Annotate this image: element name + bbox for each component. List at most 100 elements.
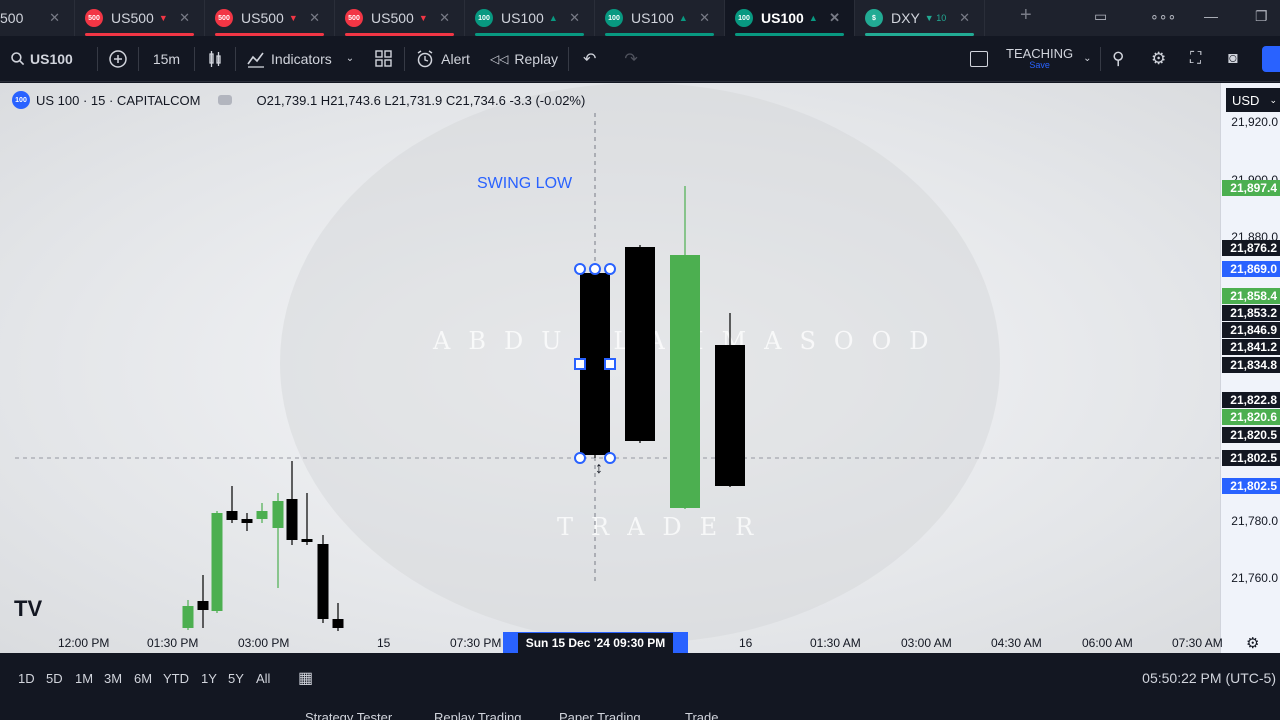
range-button-6m[interactable]: 6M <box>134 671 152 686</box>
close-icon[interactable]: ✕ <box>309 10 320 26</box>
close-icon[interactable]: ✕ <box>699 10 710 26</box>
close-icon[interactable]: ✕ <box>49 10 60 26</box>
undo-button[interactable]: ↶ <box>569 36 610 82</box>
range-button-1m[interactable]: 1M <box>75 671 93 686</box>
indicators-button[interactable]: Indicators ⌄ <box>236 36 364 82</box>
tab-500[interactable]: 500 ✕ <box>0 0 75 36</box>
handle[interactable] <box>604 452 616 464</box>
handle[interactable] <box>604 263 616 275</box>
replay-button[interactable]: ◁◁ Replay <box>480 36 568 82</box>
tab-us500[interactable]: 500 US500 ▼ ✕ <box>335 0 465 36</box>
handle[interactable] <box>574 452 586 464</box>
time-scale[interactable]: 07:30 AM 06:00 AM 04:30 AM 03:00 AM 01:30 AM… <box>0 630 1280 656</box>
compare-button[interactable] <box>98 36 138 82</box>
crosshair-time-badge: Sun 15 Dec '24 09:30 PM <box>503 632 688 653</box>
settings-icon[interactable]: ⚙ <box>1246 634 1259 652</box>
quick-search-icon[interactable]: ⚲ <box>1112 49 1124 69</box>
legend-title[interactable]: US 100 · 15 · CAPITALCOM <box>36 93 200 108</box>
minimize-icon[interactable]: — <box>1204 8 1218 24</box>
fullscreen-icon[interactable]: ⛶ <box>1190 50 1201 68</box>
close-icon[interactable]: ✕ <box>829 10 840 26</box>
alert-button[interactable]: Alert <box>405 36 480 82</box>
close-icon[interactable]: ✕ <box>179 10 190 26</box>
range-button-1y[interactable]: 1Y <box>201 671 217 686</box>
layout-save-status: Save <box>1029 60 1050 70</box>
tab-us100[interactable]: 100 US100 ▲ ✕ <box>465 0 595 36</box>
alarm-clock-icon <box>417 49 433 67</box>
tradingview-logo[interactable]: TV <box>14 596 42 622</box>
price-badge: 21,834.8 <box>1222 357 1280 373</box>
candle-body <box>256 511 268 519</box>
candle-body <box>301 539 313 542</box>
tab-us100[interactable]: 100 US100 ▲ ✕ <box>595 0 725 36</box>
interval-button[interactable]: 15m <box>139 36 194 82</box>
handle[interactable] <box>589 263 601 275</box>
more-icon[interactable]: ∘∘∘ <box>1150 8 1176 25</box>
tab-us500[interactable]: 500 US500 ▼ ✕ <box>205 0 335 36</box>
publish-button[interactable] <box>1262 46 1280 72</box>
range-button-5y[interactable]: 5Y <box>228 671 244 686</box>
hide-icon[interactable] <box>218 95 233 105</box>
tab-us500[interactable]: 500 US500 ▼ ✕ <box>75 0 205 36</box>
swing-low-label[interactable]: SWING LOW <box>477 175 572 193</box>
tab-change-indicator: ▼ <box>288 13 298 23</box>
range-button-3m[interactable]: 3M <box>104 671 122 686</box>
handle[interactable] <box>574 263 586 275</box>
settings-icon[interactable]: ⚙ <box>1151 49 1166 69</box>
go-to-date-icon[interactable]: ▦ <box>298 668 313 688</box>
tab-change-indicator: ▲ <box>808 13 818 23</box>
symbol-icon: 100 <box>12 91 30 109</box>
layout-icon[interactable]: ▭ <box>1094 8 1107 25</box>
handle[interactable] <box>604 358 616 370</box>
range-button-1d[interactable]: 1D <box>18 671 35 686</box>
templates-button[interactable] <box>364 36 404 82</box>
close-icon[interactable]: ✕ <box>569 10 580 26</box>
panel-tab[interactable]: Strategy Tester <box>305 710 392 720</box>
bottom-panel-tabs: Strategy Tester Replay Trading Paper Tradi… <box>0 700 1280 720</box>
time-tick-label: 03:00 AM <box>901 636 952 650</box>
candlestick-chart[interactable]: ↕ <box>0 83 1220 653</box>
close-icon[interactable]: ✕ <box>959 10 970 26</box>
tab-change-indicator: ▼ <box>158 13 168 23</box>
tab-symbol-icon: $ <box>865 9 883 27</box>
redo-button[interactable]: ↷ <box>610 36 651 82</box>
price-badge: 21,822.8 <box>1222 392 1280 408</box>
maximize-icon[interactable]: ❐ <box>1255 8 1268 25</box>
candle-body <box>182 606 194 628</box>
camera-icon[interactable]: ◙ <box>1228 50 1238 68</box>
chart-type-button[interactable] <box>195 36 235 82</box>
redo-icon: ↷ <box>624 50 638 68</box>
price-scale[interactable]: USD ⌄ 21,920.021,900.021,880.021,780.021… <box>1220 83 1280 653</box>
tab-label: 500 <box>0 10 24 26</box>
symbol-search-button[interactable]: US100 <box>0 36 83 82</box>
candles <box>182 186 745 631</box>
indicators-icon <box>247 52 265 68</box>
plus-circle-icon <box>109 49 127 68</box>
handle[interactable] <box>574 358 586 370</box>
price-badge: 21,853.2 <box>1222 305 1280 321</box>
panel-tab[interactable]: Trade <box>685 710 718 720</box>
currency-selector[interactable]: USD ⌄ <box>1226 88 1280 112</box>
chart-pane[interactable]: ABDULLAHMASOOD TRADER ↕ 100 US 100 · 15 … <box>0 83 1220 653</box>
tab-dxy[interactable]: $ DXY ▼ 10 ✕ <box>855 0 985 36</box>
price-tick-label: 21,920.0 <box>1231 115 1278 129</box>
panel-tab[interactable]: Paper Trading <box>559 710 641 720</box>
clock-label[interactable]: 05:50:22 PM (UTC-5) <box>1142 670 1276 686</box>
range-button-all[interactable]: All <box>256 671 270 686</box>
range-button-ytd[interactable]: YTD <box>163 671 189 686</box>
tab-us100[interactable]: 100 US100 ▲ ✕ <box>725 0 855 36</box>
tab-change-indicator: ▲ <box>678 13 688 23</box>
add-tab-icon[interactable]: + <box>1020 4 1032 27</box>
indicators-label: Indicators <box>271 50 332 67</box>
time-tick-label: 07:30 PM <box>450 636 502 650</box>
range-button-5d[interactable]: 5D <box>46 671 63 686</box>
candle-body <box>211 513 223 611</box>
price-badge: 21,820.6 <box>1222 409 1280 425</box>
close-icon[interactable]: ✕ <box>439 10 450 26</box>
layout-button[interactable]: TEACHING Save ⌄ <box>960 36 1102 82</box>
chart-legend[interactable]: 100 US 100 · 15 · CAPITALCOM O21,739.1 H… <box>12 91 585 109</box>
panel-tab[interactable]: Replay Trading <box>434 710 521 720</box>
alert-label: Alert <box>441 50 470 67</box>
candle-body <box>670 255 700 508</box>
chevron-down-icon: ⌄ <box>345 53 355 64</box>
